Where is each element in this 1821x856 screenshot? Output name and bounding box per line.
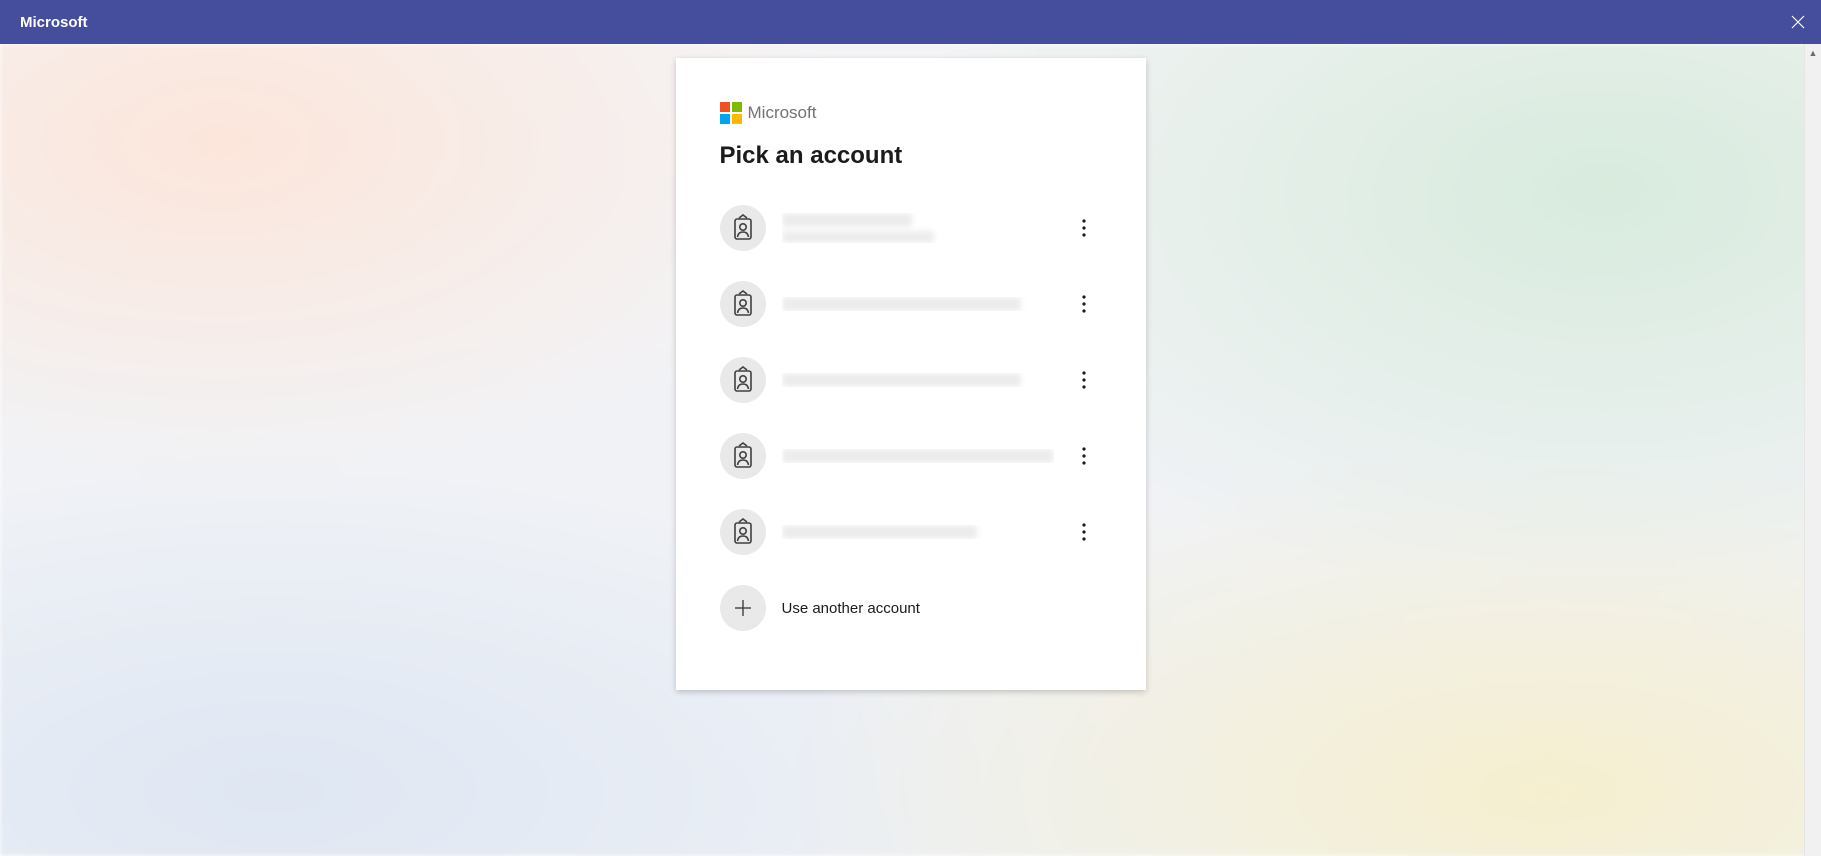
account-row[interactable] xyxy=(720,342,1102,418)
body-area: ▲ Microsoft Pick an account xyxy=(0,44,1821,856)
microsoft-logo-icon xyxy=(720,102,742,124)
account-avatar xyxy=(720,509,766,555)
account-avatar xyxy=(720,205,766,251)
account-more-button[interactable] xyxy=(1070,286,1098,322)
account-row[interactable] xyxy=(720,190,1102,266)
badge-icon xyxy=(731,290,755,318)
account-text xyxy=(782,525,1054,539)
more-vertical-icon xyxy=(1082,371,1086,389)
plus-icon xyxy=(732,597,754,619)
account-primary-redacted xyxy=(782,213,913,227)
brand-name: Microsoft xyxy=(748,103,817,123)
account-text xyxy=(782,373,1054,387)
close-button[interactable] xyxy=(1775,0,1821,44)
window: Microsoft ▲ Microsoft Pick an account xyxy=(0,0,1821,856)
account-more-button[interactable] xyxy=(1070,210,1098,246)
vertical-scrollbar[interactable]: ▲ xyxy=(1804,44,1821,856)
more-vertical-icon xyxy=(1082,295,1086,313)
account-primary-redacted xyxy=(782,373,1021,387)
more-vertical-icon xyxy=(1082,523,1086,541)
use-another-account-label: Use another account xyxy=(782,600,920,617)
account-more-button[interactable] xyxy=(1070,514,1098,550)
brand-row: Microsoft xyxy=(720,102,1102,124)
account-text xyxy=(782,297,1054,311)
account-avatar xyxy=(720,357,766,403)
page-title: Pick an account xyxy=(720,142,1102,170)
account-primary-redacted xyxy=(782,525,978,539)
account-text xyxy=(782,449,1054,463)
badge-icon xyxy=(731,442,755,470)
account-secondary-redacted xyxy=(782,231,934,243)
badge-icon xyxy=(731,366,755,394)
account-picker-card: Microsoft Pick an account xyxy=(676,58,1146,690)
account-more-button[interactable] xyxy=(1070,362,1098,398)
account-row[interactable] xyxy=(720,494,1102,570)
scroll-up-arrow-icon[interactable]: ▲ xyxy=(1805,44,1821,61)
account-avatar xyxy=(720,281,766,327)
plus-circle xyxy=(720,585,766,631)
account-row[interactable] xyxy=(720,266,1102,342)
account-row[interactable] xyxy=(720,418,1102,494)
account-more-button[interactable] xyxy=(1070,438,1098,474)
account-list xyxy=(720,190,1102,570)
account-avatar xyxy=(720,433,766,479)
window-title: Microsoft xyxy=(20,14,88,31)
account-primary-redacted xyxy=(782,297,1021,311)
close-icon xyxy=(1791,15,1805,29)
badge-icon xyxy=(731,214,755,242)
account-primary-redacted xyxy=(782,449,1054,463)
more-vertical-icon xyxy=(1082,447,1086,465)
use-another-account[interactable]: Use another account xyxy=(720,570,1102,646)
titlebar: Microsoft xyxy=(0,0,1821,44)
more-vertical-icon xyxy=(1082,219,1086,237)
account-text xyxy=(782,213,1054,243)
badge-icon xyxy=(731,518,755,546)
